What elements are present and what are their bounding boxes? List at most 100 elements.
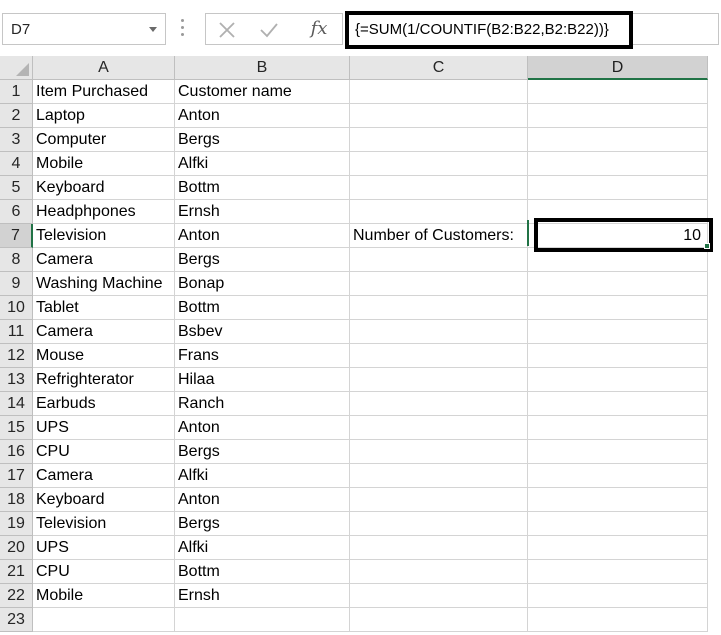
column-header-a[interactable]: A (33, 56, 175, 80)
cell-a13[interactable]: Refrighterator (33, 368, 175, 392)
cell-d20[interactable] (528, 536, 708, 560)
cell-b20[interactable]: Alfki (175, 536, 350, 560)
cell-a6[interactable]: Headphpones (33, 200, 175, 224)
cell-c10[interactable] (350, 296, 528, 320)
x-icon[interactable] (212, 18, 242, 42)
cell-d22[interactable] (528, 584, 708, 608)
cell-a12[interactable]: Mouse (33, 344, 175, 368)
cell-c8[interactable] (350, 248, 528, 272)
cell-a14[interactable]: Earbuds (33, 392, 175, 416)
row-header[interactable]: 18 (0, 488, 33, 512)
cell-d19[interactable] (528, 512, 708, 536)
cell-d15[interactable] (528, 416, 708, 440)
cell-c19[interactable] (350, 512, 528, 536)
cell-b18[interactable]: Anton (175, 488, 350, 512)
select-all-button[interactable] (0, 56, 33, 80)
cell-b10[interactable]: Bottm (175, 296, 350, 320)
row-header[interactable]: 6 (0, 200, 33, 224)
column-header-c[interactable]: C (350, 56, 528, 80)
cell-a21[interactable]: CPU (33, 560, 175, 584)
cell-d14[interactable] (528, 392, 708, 416)
cell-c11[interactable] (350, 320, 528, 344)
cell-b15[interactable]: Anton (175, 416, 350, 440)
cell-b12[interactable]: Frans (175, 344, 350, 368)
row-header[interactable]: 11 (0, 320, 33, 344)
column-header-d[interactable]: D (528, 56, 708, 80)
row-header[interactable]: 14 (0, 392, 33, 416)
cell-a15[interactable]: UPS (33, 416, 175, 440)
cell-d13[interactable] (528, 368, 708, 392)
cell-c15[interactable] (350, 416, 528, 440)
row-header[interactable]: 19 (0, 512, 33, 536)
cell-b23[interactable] (175, 608, 350, 632)
row-header[interactable]: 1 (0, 80, 33, 104)
formula-input[interactable]: {=SUM(1/COUNTIF(B2:B22,B2:B22))} (345, 11, 633, 49)
cell-d5[interactable] (528, 176, 708, 200)
cell-d11[interactable] (528, 320, 708, 344)
cell-b14[interactable]: Ranch (175, 392, 350, 416)
cell-c21[interactable] (350, 560, 528, 584)
insert-function-button[interactable]: fx (304, 18, 334, 42)
cell-a8[interactable]: Camera (33, 248, 175, 272)
cell-a17[interactable]: Camera (33, 464, 175, 488)
cell-d12[interactable] (528, 344, 708, 368)
row-header[interactable]: 23 (0, 608, 33, 632)
cell-c23[interactable] (350, 608, 528, 632)
row-header[interactable]: 15 (0, 416, 33, 440)
row-header[interactable]: 8 (0, 248, 33, 272)
column-header-b[interactable]: B (175, 56, 350, 80)
cell-b4[interactable]: Alfki (175, 152, 350, 176)
cell-c9[interactable] (350, 272, 528, 296)
cell-a10[interactable]: Tablet (33, 296, 175, 320)
cell-a1[interactable]: Item Purchased (33, 80, 175, 104)
checkmark-icon[interactable] (254, 18, 284, 42)
cell-a3[interactable]: Computer (33, 128, 175, 152)
cell-b2[interactable]: Anton (175, 104, 350, 128)
cell-c13[interactable] (350, 368, 528, 392)
cell-c6[interactable] (350, 200, 528, 224)
chevron-down-icon[interactable] (149, 27, 157, 32)
cell-a20[interactable]: UPS (33, 536, 175, 560)
row-header[interactable]: 16 (0, 440, 33, 464)
row-header[interactable]: 5 (0, 176, 33, 200)
cell-b13[interactable]: Hilaa (175, 368, 350, 392)
row-header[interactable]: 20 (0, 536, 33, 560)
row-header[interactable]: 2 (0, 104, 33, 128)
row-header[interactable]: 9 (0, 272, 33, 296)
row-header[interactable]: 3 (0, 128, 33, 152)
cell-a22[interactable]: Mobile (33, 584, 175, 608)
cell-b6[interactable]: Ernsh (175, 200, 350, 224)
cell-c4[interactable] (350, 152, 528, 176)
cell-b19[interactable]: Bergs (175, 512, 350, 536)
row-header[interactable]: 17 (0, 464, 33, 488)
cell-a18[interactable]: Keyboard (33, 488, 175, 512)
cell-a23[interactable] (33, 608, 175, 632)
cell-d1[interactable] (528, 80, 708, 104)
cell-b17[interactable]: Alfki (175, 464, 350, 488)
cell-d23[interactable] (528, 608, 708, 632)
drag-handle-icon[interactable] (181, 19, 184, 39)
row-header[interactable]: 13 (0, 368, 33, 392)
row-header[interactable]: 10 (0, 296, 33, 320)
cell-d4[interactable] (528, 152, 708, 176)
cell-b22[interactable]: Ernsh (175, 584, 350, 608)
cell-c18[interactable] (350, 488, 528, 512)
cell-d17[interactable] (528, 464, 708, 488)
cell-b1[interactable]: Customer name (175, 80, 350, 104)
cell-d16[interactable] (528, 440, 708, 464)
formula-input-extension[interactable] (633, 13, 719, 45)
cell-c22[interactable] (350, 584, 528, 608)
row-header[interactable]: 7 (0, 224, 33, 248)
cell-d21[interactable] (528, 560, 708, 584)
row-header[interactable]: 4 (0, 152, 33, 176)
cell-c16[interactable] (350, 440, 528, 464)
row-header[interactable]: 12 (0, 344, 33, 368)
cell-d10[interactable] (528, 296, 708, 320)
cell-a4[interactable]: Mobile (33, 152, 175, 176)
cell-b5[interactable]: Bottm (175, 176, 350, 200)
cell-a5[interactable]: Keyboard (33, 176, 175, 200)
cell-c17[interactable] (350, 464, 528, 488)
cell-c14[interactable] (350, 392, 528, 416)
cell-b16[interactable]: Bergs (175, 440, 350, 464)
cell-a2[interactable]: Laptop (33, 104, 175, 128)
